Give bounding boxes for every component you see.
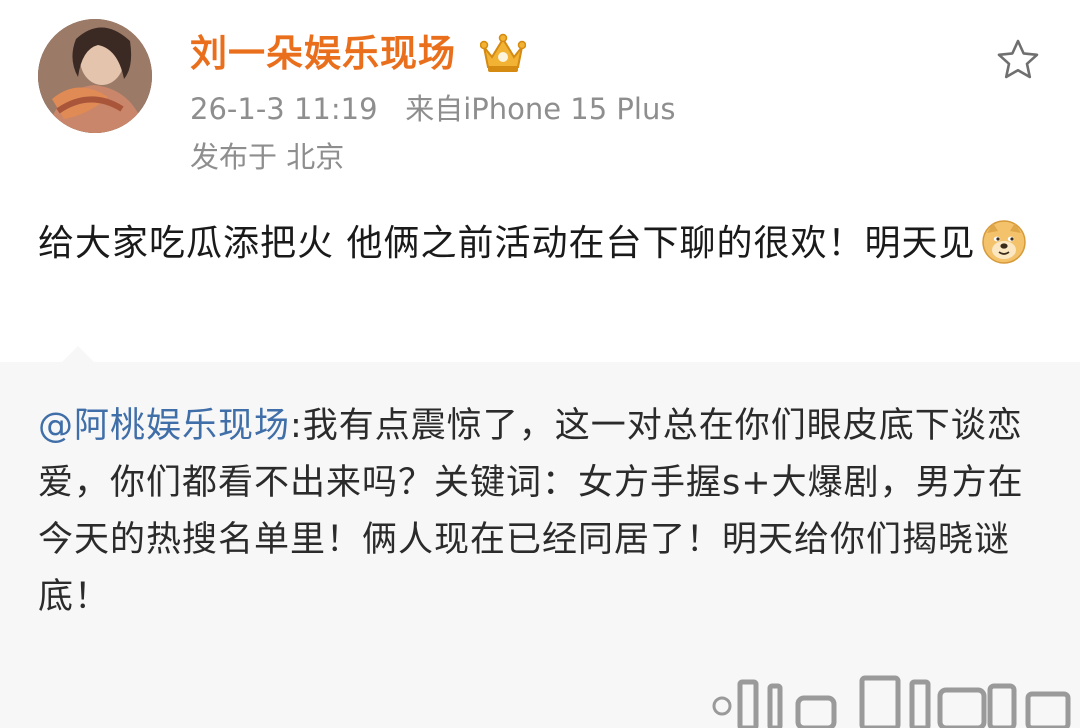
crown-badge-icon [479,33,527,75]
repost-image-strip [712,668,1080,728]
weibo-post: 刘一朵娱乐现场 26-1-3 11:19 来自iPhone 15 Plus 发布… [0,0,1080,728]
username[interactable]: 刘一朵娱乐现场 [190,30,456,78]
post-meta: 26-1-3 11:19 来自iPhone 15 Plus [190,90,675,128]
star-outline-icon[interactable] [994,36,1042,84]
avatar[interactable] [38,19,152,133]
post-text: 给大家吃瓜添把火 他俩之前活动在台下聊的很欢！明天见 [38,223,976,264]
doge-emoji-icon [981,219,1027,265]
post-location: 发布于 北京 [190,140,345,174]
post-content: 给大家吃瓜添把火 他俩之前活动在台下聊的很欢！明天见 [38,216,1043,272]
post-timestamp: 26-1-3 11:19 [190,92,378,126]
avatar-image [38,19,152,133]
repost-content: @阿桃娱乐现场:我有点震惊了，这一对总在你们眼皮底下谈恋爱，你们都看不出来吗？关… [38,398,1043,626]
post-source[interactable]: 来自iPhone 15 Plus [405,92,675,126]
repost-pointer [60,346,96,364]
mention-link[interactable]: @阿桃娱乐现场 [38,406,290,446]
